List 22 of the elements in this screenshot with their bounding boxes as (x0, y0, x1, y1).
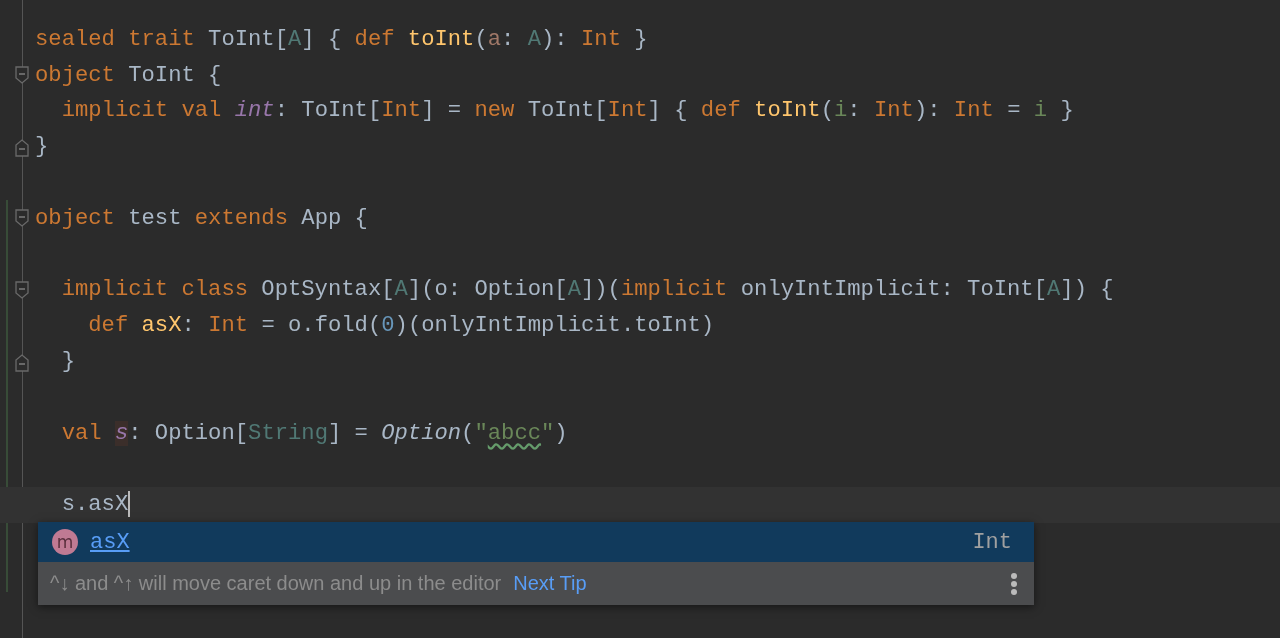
fold-icon[interactable] (14, 354, 30, 373)
more-icon[interactable] (1010, 571, 1018, 596)
fold-icon[interactable] (14, 209, 30, 227)
fold-icon[interactable] (14, 280, 30, 299)
code-line: implicit class OptSyntax[A](o: Option[A])(implicit onlyIntImplicit: ToInt[A]) { (60, 276, 1114, 305)
code-line: } (35, 133, 49, 162)
code-line: def asX: Int = o.fold(0)(onlyIntImplicit.toInt) (87, 312, 715, 341)
code-line: } (60, 348, 75, 377)
next-tip-link[interactable]: Next Tip (513, 572, 587, 595)
completion-item[interactable]: m asX Int (38, 522, 1034, 562)
fold-icon[interactable] (14, 139, 30, 158)
code-line: s.asX (60, 490, 131, 520)
code-line: val s: Option[String] = Option("abcc") (60, 419, 568, 448)
code-line: object ToInt { (35, 61, 222, 90)
code-line: object test extends App { (35, 204, 368, 233)
fold-icon[interactable] (14, 65, 30, 84)
code-line: implicit val int: ToInt[Int] = new ToInt[Int] { def toInt(i: Int): Int = i } (60, 97, 1074, 126)
completion-name: asX (90, 529, 130, 555)
code-line: sealed trait ToInt[A] { def toInt(a: A): Int } (35, 25, 648, 54)
tip-text: ^↓ and ^↑ will move caret down and up in the editor (50, 572, 502, 595)
method-icon: m (52, 529, 78, 555)
completion-type: Int (972, 529, 1012, 555)
